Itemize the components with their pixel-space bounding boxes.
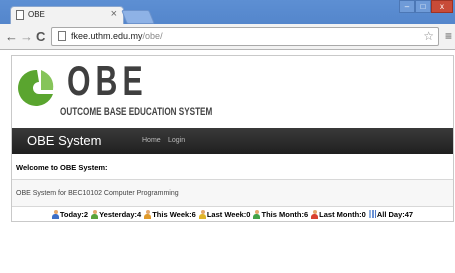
visitor-today: Today:2	[51, 209, 89, 219]
welcome-panel: Welcome to OBE System:	[12, 154, 453, 180]
bookmark-star-icon[interactable]: ☆	[423, 29, 434, 43]
site-header: OBE OUTCOME BASE EDUCATION SYSTEM	[12, 56, 453, 127]
address-bar[interactable]: fkee.uthm.edu.my/obe/ ☆	[51, 27, 439, 46]
window-controls: – □ x	[399, 0, 453, 14]
nav-link-home[interactable]: Home	[142, 137, 161, 144]
browser-tab[interactable]: OBE ×	[10, 6, 124, 24]
reload-icon[interactable]: C	[36, 30, 45, 43]
browser-toolbar: ← → C fkee.uthm.edu.my/obe/ ☆ ≡	[0, 24, 455, 50]
page-content: OBE OUTCOME BASE EDUCATION SYSTEM OBE Sy…	[0, 50, 455, 273]
visitor-last-month: Last Month:0	[311, 209, 366, 219]
visitor-last-week-label: Last Week:0	[206, 209, 251, 219]
logo-title: OBE	[67, 57, 148, 104]
visitor-counter: Today:2 Yesterday:4 This Week:6 Last Wee…	[12, 207, 453, 221]
close-tab-icon[interactable]: ×	[111, 8, 117, 20]
visitor-yesterday: Yesterday:4	[91, 209, 142, 219]
nav-link-login[interactable]: Login	[168, 137, 185, 144]
url-text: fkee.uthm.edu.my/obe/	[71, 31, 163, 41]
navbar: OBE System Home Login	[12, 128, 453, 154]
back-arrow-icon[interactable]: ←	[5, 30, 18, 43]
person-icon	[91, 209, 99, 219]
logo-subtitle: OUTCOME BASE EDUCATION SYSTEM	[60, 106, 213, 118]
visitor-today-label: Today:2	[59, 209, 89, 219]
person-icon	[253, 209, 261, 219]
chart-icon	[368, 210, 376, 218]
site-frame: OBE OUTCOME BASE EDUCATION SYSTEM OBE Sy…	[11, 55, 454, 222]
visitor-this-month-label: This Month:6	[261, 209, 309, 219]
welcome-heading: Welcome to OBE System:	[16, 163, 108, 172]
person-icon	[51, 209, 59, 219]
obe-logo-icon	[18, 69, 54, 106]
visitor-yesterday-label: Yesterday:4	[99, 209, 142, 219]
description-panel: OBE System for BEC10102 Computer Program…	[12, 180, 453, 207]
close-window-button[interactable]: x	[431, 0, 453, 13]
visitor-this-week: This Week:6	[144, 209, 196, 219]
visitor-all-day-label: All Day:47	[376, 209, 414, 219]
tab-title: OBE	[28, 10, 45, 19]
visitor-last-week: Last Week:0	[198, 209, 251, 219]
navbar-brand[interactable]: OBE System	[27, 133, 101, 148]
page-icon	[58, 31, 66, 41]
minimize-button[interactable]: –	[399, 0, 415, 13]
menu-icon[interactable]: ≡	[445, 30, 452, 42]
visitor-last-month-label: Last Month:0	[319, 209, 366, 219]
visitor-this-week-label: This Week:6	[152, 209, 196, 219]
person-icon	[311, 209, 319, 219]
person-icon	[144, 209, 152, 219]
maximize-button[interactable]: □	[415, 0, 431, 13]
forward-arrow-icon[interactable]: →	[20, 30, 33, 43]
url-host: fkee.uthm.edu.my	[71, 31, 143, 41]
visitor-this-month: This Month:6	[253, 209, 309, 219]
new-tab-button[interactable]	[121, 10, 155, 24]
description-text: OBE System for BEC10102 Computer Program…	[16, 190, 179, 197]
visitor-all-day: All Day:47	[368, 209, 414, 219]
browser-chrome: OBE × – □ x ← → C fkee.uthm.edu.my/obe/ …	[0, 0, 455, 50]
url-path: /obe/	[142, 31, 163, 41]
person-icon	[198, 209, 206, 219]
page-favicon-icon	[16, 10, 24, 20]
